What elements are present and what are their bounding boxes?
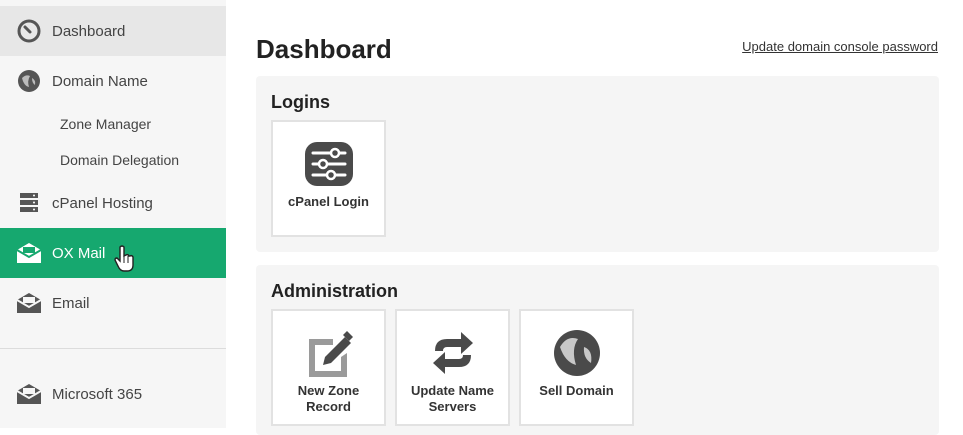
main-content: Dashboard Update domain console password… <box>226 0 963 435</box>
sliders-icon <box>303 138 355 190</box>
sidebar-item-ox-mail[interactable]: OX Mail <box>0 228 226 278</box>
sidebar-item-domain-name[interactable]: Domain Name <box>0 56 226 106</box>
sell-domain-tile[interactable]: Sell Domain <box>519 309 634 426</box>
tile-label: cPanel Login <box>288 194 369 209</box>
sidebar-divider <box>0 348 226 349</box>
sidebar-item-microsoft-365[interactable]: Microsoft 365 <box>0 369 226 419</box>
hand-cursor-icon <box>114 245 136 273</box>
page-title: Dashboard <box>256 34 392 64</box>
sidebar: Dashboard Domain Name Zone Manager Domai… <box>0 0 226 428</box>
cpanel-login-tile[interactable]: cPanel Login <box>271 120 386 237</box>
sidebar-item-dashboard[interactable]: Dashboard <box>0 6 226 56</box>
new-zone-record-tile[interactable]: New Zone Record <box>271 309 386 426</box>
sidebar-item-label: OX Mail <box>52 244 106 262</box>
sidebar-subitem-domain-delegation[interactable]: Domain Delegation <box>60 152 179 168</box>
tile-label: New Zone Record <box>297 383 360 414</box>
edit-document-icon <box>303 327 355 379</box>
globe-icon <box>551 327 603 379</box>
administration-panel: Administration New Zone Record Update Na… <box>256 265 939 435</box>
mail-icon <box>16 290 42 316</box>
globe-icon <box>16 68 42 94</box>
sidebar-item-label: Domain Name <box>52 72 148 90</box>
mail-icon <box>16 240 42 266</box>
sidebar-item-label: Dashboard <box>52 22 126 40</box>
refresh-icon <box>427 327 479 379</box>
sidebar-item-label: Microsoft 365 <box>52 385 143 403</box>
tile-label: Sell Domain <box>539 383 614 398</box>
server-icon <box>16 190 42 216</box>
sidebar-item-label: Email <box>52 294 90 312</box>
mail-icon <box>16 381 42 407</box>
sidebar-item-email[interactable]: Email <box>0 278 226 328</box>
sidebar-subitem-zone-manager[interactable]: Zone Manager <box>60 116 151 132</box>
dashboard-gauge-icon <box>16 18 42 44</box>
tile-label: Update Name Servers <box>410 383 495 414</box>
sidebar-item-cpanel-hosting[interactable]: cPanel Hosting <box>0 178 226 228</box>
update-name-servers-tile[interactable]: Update Name Servers <box>395 309 510 426</box>
administration-panel-title: Administration <box>271 281 399 301</box>
logins-panel: Logins cPanel Login <box>256 76 939 252</box>
sidebar-item-label: cPanel Hosting <box>52 194 153 212</box>
logins-panel-title: Logins <box>271 92 330 112</box>
update-console-password-link[interactable]: Update domain console password <box>742 39 938 54</box>
